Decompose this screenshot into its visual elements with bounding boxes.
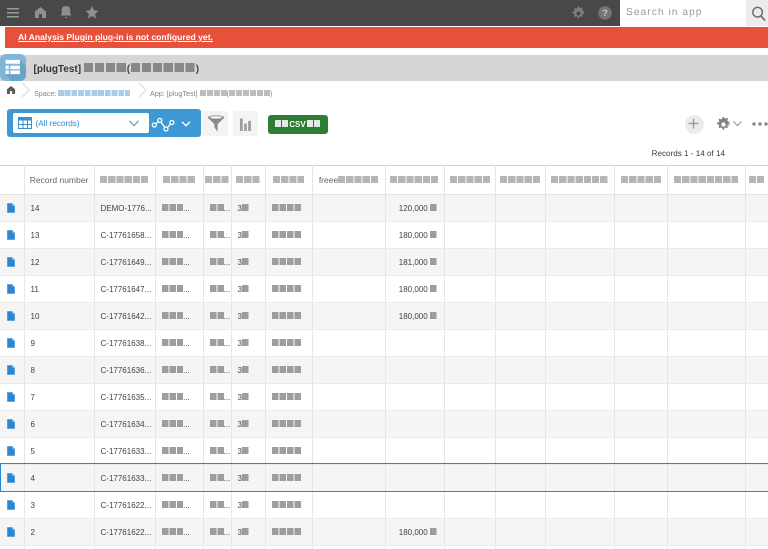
svg-text:?: ?: [602, 8, 608, 19]
